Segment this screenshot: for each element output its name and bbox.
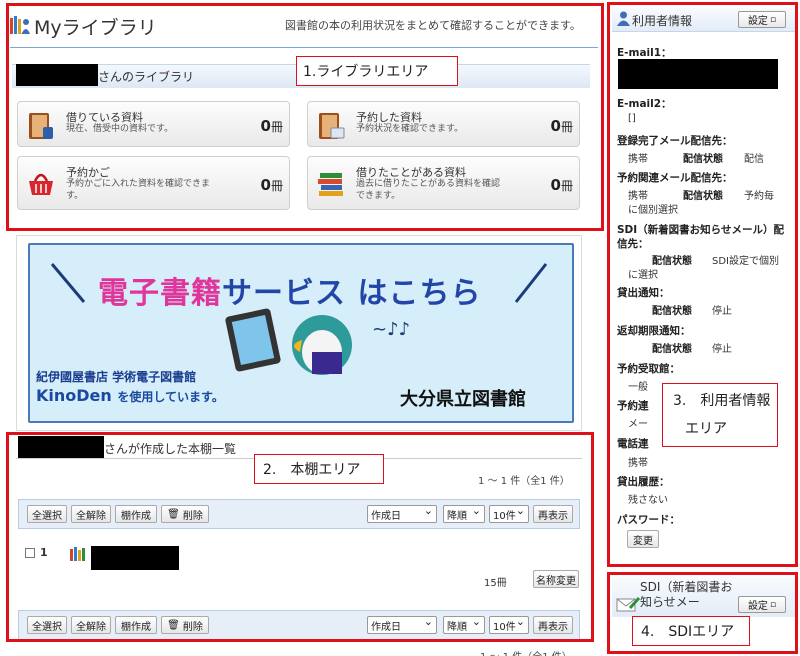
- annotation-label-library: 1.ライブラリエリア: [296, 56, 458, 86]
- banner-library-name: 大分県立図書館: [400, 389, 526, 410]
- annotation-label-shelf: 2. 本棚エリア: [254, 454, 384, 484]
- annotation-label-sdi: 4. SDIエリア: [632, 616, 750, 646]
- banner-subtitle: 紀伊國屋書店 学術電子図書館: [36, 370, 197, 384]
- penguin-tablet-icon: ~♪♪: [225, 308, 410, 375]
- annotation-box-library: [6, 3, 604, 231]
- annotation-box-user: [607, 2, 798, 567]
- shelf-range-bottom: 1 ～ 1 件（全1 件）: [480, 648, 572, 656]
- banner-kinoden: KinoDen を使用しています。: [36, 386, 224, 405]
- annotation-label-user: 3. 利用者情報 エリア: [662, 383, 778, 447]
- svg-text:~♪♪: ~♪♪: [372, 319, 410, 340]
